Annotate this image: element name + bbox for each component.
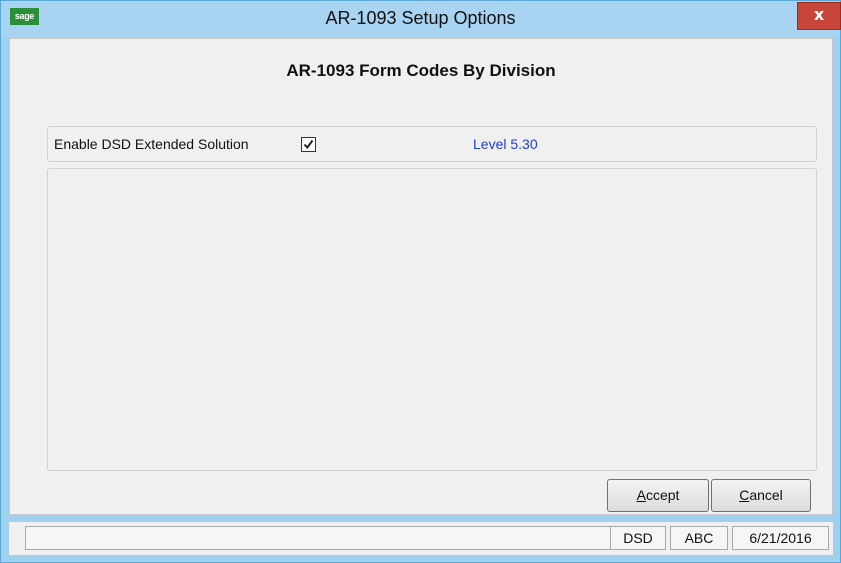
cancel-mnemonic: C	[739, 487, 750, 503]
checkmark-icon	[303, 139, 314, 150]
status-company: ABC	[670, 526, 728, 550]
status-message	[25, 526, 614, 550]
title-bar[interactable]: sage AR-1093 Setup Options x	[1, 1, 841, 38]
accept-mnemonic: A	[636, 487, 646, 503]
enable-dsd-checkbox[interactable]	[301, 137, 316, 152]
form-codes-panel	[47, 168, 817, 471]
status-date: 6/21/2016	[732, 526, 829, 550]
enable-dsd-label: Enable DSD Extended Solution	[54, 136, 249, 152]
close-icon: x	[813, 5, 825, 24]
form-heading: AR-1093 Form Codes By Division	[286, 61, 556, 80]
status-bar: DSD ABC 6/21/2016	[9, 522, 833, 555]
accept-label: ccept	[645, 487, 680, 503]
level-indicator: Level 5.30	[473, 136, 538, 152]
status-company-code: DSD	[610, 526, 666, 550]
cancel-button[interactable]: Cancel	[711, 479, 811, 512]
close-button[interactable]: x	[797, 2, 841, 30]
accept-button[interactable]: Accept	[607, 479, 709, 512]
window-title: AR-1093 Setup Options	[325, 8, 516, 28]
cancel-label: ancel	[749, 487, 783, 503]
setup-options-window: sage AR-1093 Setup Options x AR-1093 For…	[0, 0, 841, 563]
